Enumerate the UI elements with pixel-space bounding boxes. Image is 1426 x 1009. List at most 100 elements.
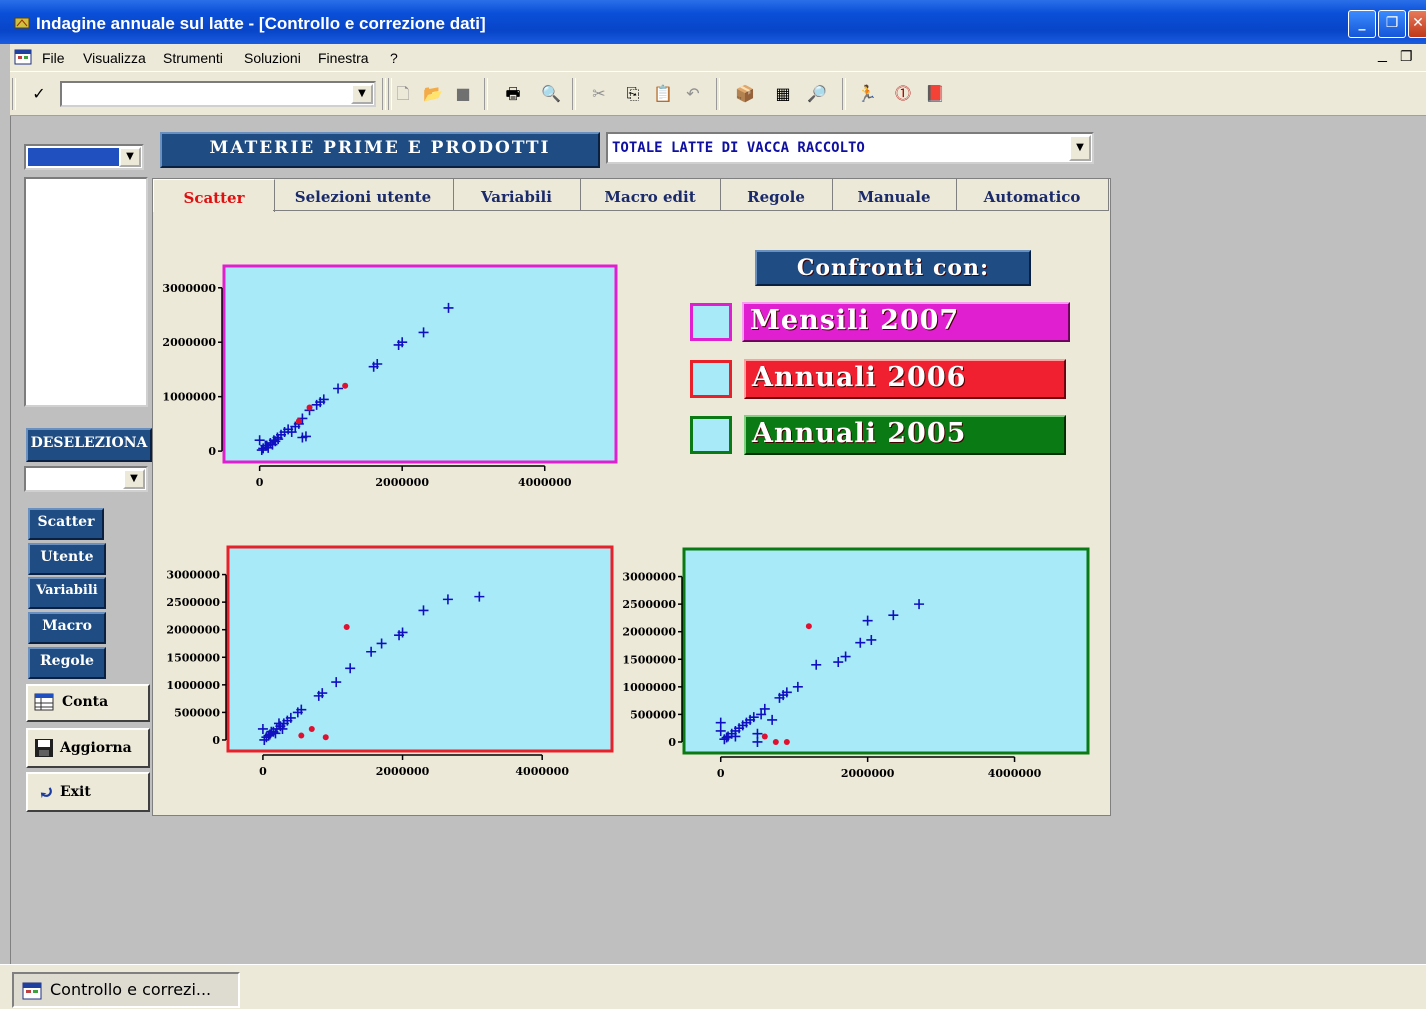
taskbar-item[interactable]: Controllo e correzi... [12, 972, 240, 1008]
y-tick-label: 500000 [174, 706, 220, 719]
tab-regole[interactable]: Regole [720, 179, 833, 211]
legend-swatch-mensili-2007[interactable] [690, 303, 732, 341]
outlier-point [343, 623, 350, 630]
spreadsheet-icon [34, 693, 54, 711]
outlier-point [306, 404, 313, 411]
nav-utente-button[interactable]: Utente [28, 543, 106, 575]
record-select[interactable]: ▼ [24, 144, 144, 170]
check-icon[interactable]: ✓ [28, 83, 50, 105]
tab-variabili[interactable]: Variabili [453, 179, 581, 211]
menu-finestra[interactable]: Finestra [318, 50, 369, 66]
nav-scatter-button[interactable]: Scatter [28, 508, 104, 540]
toolbar: ✓ ▼ 🗋 📂 ■ 🖶 🔍 ✂ ⎘ 📋 ↶ 📦 ▦ 🔎 🏃 ⓵ 📕 [10, 72, 1426, 116]
nav-macro-button[interactable]: Macro [28, 612, 106, 644]
chevron-down-icon[interactable]: ▼ [351, 84, 373, 104]
run-icon[interactable]: 🏃 [856, 83, 878, 105]
aggiorna-button[interactable]: Aggiorna [26, 728, 150, 768]
y-tick-label: 1500000 [166, 651, 220, 664]
y-tick-label: 2000000 [166, 624, 220, 637]
tab-selezioni-utente[interactable]: Selezioni utente [273, 179, 454, 211]
exit-button[interactable]: ⤾ Exit [26, 772, 150, 812]
save-icon[interactable]: ■ [452, 83, 474, 105]
chevron-down-icon[interactable]: ▼ [123, 469, 145, 489]
open-folder-icon[interactable]: 📂 [422, 83, 444, 105]
chevron-down-icon[interactable]: ▼ [1069, 135, 1091, 161]
tab-scatter[interactable]: Scatter [153, 179, 275, 212]
search-data-icon[interactable]: 🔎 [806, 83, 828, 105]
table-icon[interactable]: ▦ [772, 83, 794, 105]
legend-swatch-annuali-2005[interactable] [690, 416, 732, 454]
restore-button[interactable]: ❐ [1378, 10, 1406, 38]
nav-regole-button[interactable]: Regole [28, 647, 106, 679]
y-tick-label: 2000000 [622, 626, 676, 639]
undo-icon[interactable]: ↶ [682, 83, 704, 105]
conta-button[interactable]: Conta [26, 684, 150, 722]
toolbar-grip [12, 78, 16, 110]
y-tick-label: 2000000 [162, 336, 216, 349]
data-icon[interactable]: 📦 [734, 83, 756, 105]
scatter-annuali-2006: 0 500000 1000000 1500000 2000000 2500000 30000… [160, 525, 620, 815]
tab-macro-edit[interactable]: Macro edit [580, 179, 721, 211]
separator [842, 78, 846, 110]
alert-icon[interactable]: ⓵ [892, 83, 914, 105]
menu-strumenti[interactable]: Strumenti [163, 50, 223, 66]
menu-help[interactable]: ? [390, 50, 398, 66]
y-tick-label: 0 [208, 445, 216, 458]
legend-mensili-2007[interactable]: Mensili 2007 [742, 302, 1070, 342]
x-tick-label: 0 [717, 767, 725, 780]
copy-icon[interactable]: ⎘ [622, 83, 644, 105]
x-tick-label: 2000000 [841, 767, 895, 780]
x-tick-label: 0 [259, 765, 267, 778]
variable-select-value: TOTALE LATTE DI VACCA RACCOLTO [612, 140, 865, 156]
exit-label: Exit [60, 784, 91, 800]
title-bar: Indagine annuale sul latte - [Controllo … [0, 0, 1426, 44]
toolbar-combo[interactable]: ▼ [60, 81, 376, 107]
menu-file[interactable]: File [42, 50, 65, 66]
x-tick-label: 4000000 [988, 767, 1042, 780]
outlier-point [772, 738, 779, 745]
close-button[interactable]: ✕ [1408, 10, 1426, 38]
tab-underline [273, 210, 1108, 211]
menu-soluzioni[interactable]: Soluzioni [244, 50, 301, 66]
menu-visualizza[interactable]: Visualizza [83, 50, 146, 66]
x-tick-label: 2000000 [375, 476, 429, 489]
deseleziona-button[interactable]: DESELEZIONA [26, 428, 152, 462]
mdi-minimize-icon[interactable]: _ [1378, 46, 1387, 64]
mdi-restore-icon[interactable]: ❐ [1400, 48, 1413, 65]
scatter-plot-svg: 0 1000000 2000000 3000000 0 2000000 4000000 [162, 264, 618, 489]
y-tick-label: 3000000 [166, 569, 220, 582]
record-list[interactable] [24, 177, 148, 407]
tab-automatico[interactable]: Automatico [956, 179, 1109, 211]
separator [382, 78, 386, 110]
legend-annuali-2005[interactable]: Annuali 2005 [744, 415, 1066, 455]
minimize-button[interactable]: _ [1348, 10, 1376, 38]
filter-select[interactable]: ▼ [24, 466, 148, 492]
x-tick-label: 4000000 [518, 476, 572, 489]
scatter-plot-svg: 0 500000 1000000 1500000 2000000 2500000 30000… [166, 545, 614, 778]
record-select-value [28, 148, 120, 166]
section-label: MATERIE PRIME E PRODOTTI [160, 132, 600, 168]
document-icon[interactable] [14, 49, 32, 65]
y-tick-label: 0 [668, 736, 676, 749]
book-icon[interactable]: 📕 [924, 83, 946, 105]
separator [484, 78, 488, 110]
outlier-point [761, 733, 768, 740]
tab-manuale[interactable]: Manuale [832, 179, 957, 211]
legend-swatch-annuali-2006[interactable] [690, 360, 732, 398]
outlier-point [322, 734, 329, 741]
print-icon[interactable]: 🖶 [502, 83, 524, 105]
app-icon [14, 17, 30, 29]
variable-select[interactable]: TOTALE LATTE DI VACCA RACCOLTO ▼ [606, 132, 1094, 164]
legend-title: Confronti con: [755, 250, 1031, 286]
chevron-down-icon[interactable]: ▼ [119, 147, 141, 167]
new-file-icon[interactable]: 🗋 [392, 83, 414, 105]
x-tick-label: 4000000 [515, 765, 569, 778]
legend-annuali-2006[interactable]: Annuali 2006 [744, 359, 1066, 399]
nav-variabili-button[interactable]: Variabili [28, 577, 106, 609]
conta-label: Conta [62, 694, 109, 710]
paste-icon[interactable]: 📋 [652, 83, 674, 105]
print-preview-icon[interactable]: 🔍 [540, 83, 562, 105]
cut-icon[interactable]: ✂ [588, 83, 610, 105]
y-tick-label: 1500000 [622, 653, 676, 666]
scatter-plot-svg: 0 500000 1000000 1500000 2000000 2500000 30000… [622, 547, 1090, 780]
